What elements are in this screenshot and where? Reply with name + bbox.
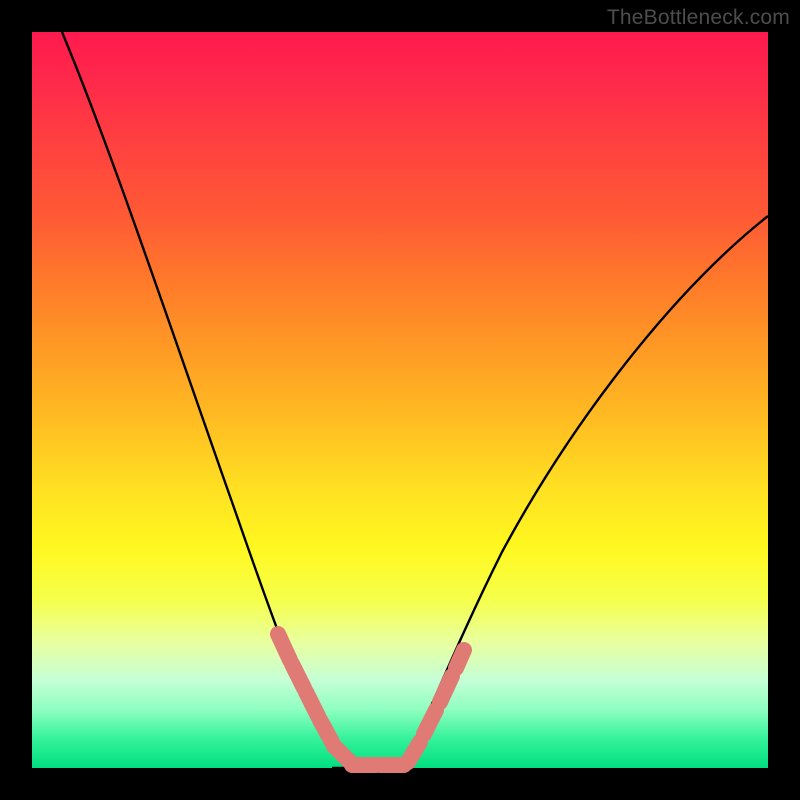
chart-frame: TheBottleneck.com	[0, 0, 800, 800]
chart-svg	[32, 32, 768, 768]
left-curve	[62, 32, 367, 768]
marker-blob-left	[278, 634, 404, 765]
watermark-text: TheBottleneck.com	[607, 6, 790, 30]
plot-area	[32, 32, 768, 768]
marker-blob-right	[408, 650, 464, 762]
right-curve	[402, 216, 768, 768]
